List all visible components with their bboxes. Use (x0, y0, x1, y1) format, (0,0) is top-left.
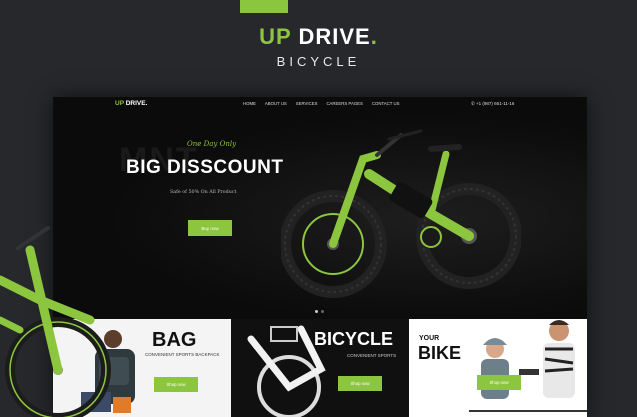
site-logo[interactable]: UP DRIVE. (115, 100, 147, 107)
nav-link-home[interactable]: HOME (243, 101, 256, 106)
nav-link-careers[interactable]: CAREERS PAGES (326, 101, 362, 106)
left-bike-image (0, 226, 111, 417)
slider-dot-2[interactable] (321, 310, 324, 313)
phone-icon: ✆ (471, 101, 475, 106)
hero-tagline: One Day Only (187, 140, 237, 148)
card-bag-title: BAG (152, 329, 197, 351)
hero-subtext: Safe of 50% On All Product (170, 190, 237, 195)
logo-drive: DRIVE. (123, 100, 148, 107)
top-accent-bar (240, 0, 288, 13)
card-your-bike-title: BIKE (418, 343, 462, 363)
nav-link-about[interactable]: ABOUT US (265, 101, 287, 106)
card-your-bike-shop-button[interactable]: Shop now (477, 375, 521, 390)
brand-word-drive: DRIVE (291, 24, 371, 49)
nav-links: HOME ABOUT US SERVICES CAREERS PAGES CON… (243, 101, 399, 106)
brand-subtitle: BICYCLE (276, 54, 361, 69)
riders-image (469, 320, 587, 412)
card-bicycle-title: BICYCLE (314, 329, 394, 349)
buy-now-button[interactable]: Buy now (188, 220, 232, 236)
card-bag-subtitle: CONVENIENT SPORTS BACKPACK (145, 352, 220, 357)
card-bicycle-subtitle: CONVENIENT SPORTS (347, 353, 397, 358)
hero-bike-image (281, 129, 521, 298)
brand-title: UP DRIVE. (0, 24, 637, 50)
brand-word-up: UP (259, 24, 292, 49)
slider-dots (315, 310, 324, 313)
brand-dot: . (370, 24, 378, 49)
nav-phone[interactable]: ✆ +1 (987) 661-11-16 (471, 101, 514, 107)
logo-up: UP (115, 100, 124, 107)
card-bicycle-shop-button[interactable]: Shop now (338, 376, 382, 391)
card-your-bike: YOUR BIKE Shop now (409, 319, 587, 417)
top-nav: UP DRIVE. HOME ABOUT US SERVICES CAREERS… (53, 97, 587, 111)
card-bag-shop-button[interactable]: Shop now (154, 377, 198, 392)
nav-link-contact[interactable]: CONTACT US (372, 101, 400, 106)
nav-link-services[interactable]: SERVICES (296, 101, 318, 106)
phone-number: +1 (987) 661-11-16 (476, 101, 515, 106)
slider-dot-1[interactable] (315, 310, 318, 313)
card-your-bike-title-small: YOUR (419, 335, 440, 342)
hero-headline: BIG DISSCOUNT (126, 157, 284, 178)
card-bicycle: BICYCLE CONVENIENT SPORTS Shop now (231, 319, 409, 417)
